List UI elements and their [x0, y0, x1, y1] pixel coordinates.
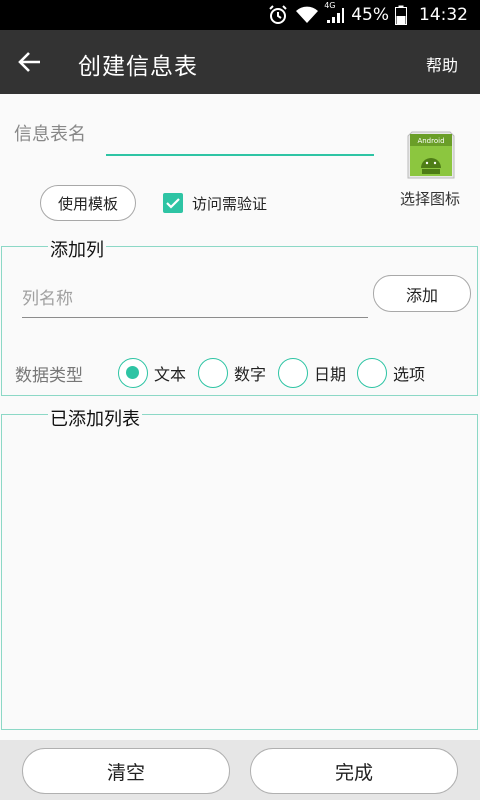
radio-number-option[interactable]: 数字 — [198, 358, 266, 388]
cell-signal-icon: 4G — [324, 1, 345, 25]
icon-badge-text: Android — [417, 137, 444, 145]
status-bar: 4G 45% 14:32 — [0, 0, 480, 30]
radio-button[interactable] — [198, 358, 228, 388]
added-columns-list — [1, 414, 478, 730]
data-type-label: 数据类型 — [15, 366, 83, 386]
radio-button[interactable] — [278, 358, 308, 388]
checkmark-icon — [166, 198, 180, 209]
radio-selected-dot — [126, 366, 139, 379]
radio-label: 日期 — [314, 365, 347, 384]
column-name-input[interactable] — [22, 280, 368, 318]
bottom-action-bar: 清空 完成 — [0, 740, 480, 800]
app-bar: 创建信息表 帮助 — [0, 30, 480, 94]
verify-checkbox-label[interactable]: 访问需验证 — [192, 193, 267, 214]
alarm-icon — [267, 4, 289, 26]
radio-label: 选项 — [393, 365, 426, 384]
android-app-icon[interactable]: Android — [406, 130, 456, 180]
add-column-button[interactable]: 添加 — [373, 275, 471, 312]
table-name-label: 信息表名 — [14, 124, 86, 145]
wifi-icon — [295, 5, 319, 25]
done-button[interactable]: 完成 — [250, 748, 458, 794]
clock-time: 14:32 — [419, 5, 468, 25]
help-button[interactable]: 帮助 — [426, 52, 458, 76]
table-name-input[interactable] — [106, 124, 374, 156]
radio-button[interactable] — [118, 358, 148, 388]
choose-icon-label[interactable]: 选择图标 — [400, 188, 460, 209]
radio-label: 文本 — [154, 365, 187, 384]
use-template-button[interactable]: 使用模板 — [40, 185, 136, 221]
added-columns-title: 已添加列表 — [48, 405, 142, 431]
radio-date-option[interactable]: 日期 — [278, 358, 346, 388]
add-column-title: 添加列 — [48, 236, 106, 262]
battery-icon — [395, 5, 407, 25]
verify-checkbox[interactable] — [163, 193, 183, 213]
radio-label: 数字 — [234, 365, 267, 384]
radio-button[interactable] — [357, 358, 387, 388]
battery-percent: 45% — [351, 5, 389, 25]
clear-button[interactable]: 清空 — [22, 748, 230, 794]
radio-choice-option[interactable]: 选项 — [357, 358, 425, 388]
radio-text-option[interactable]: 文本 — [118, 358, 186, 388]
page-title: 创建信息表 — [78, 54, 198, 80]
back-arrow-icon[interactable] — [14, 46, 46, 78]
network-type-label: 4G — [324, 1, 336, 10]
